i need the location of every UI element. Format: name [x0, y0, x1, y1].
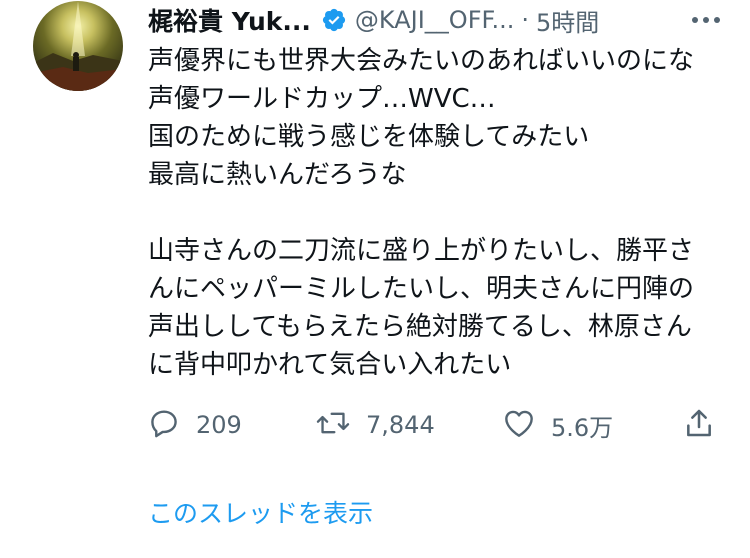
- tweet-line: 声優界にも世界大会みたいのあればいいのにな: [148, 46, 695, 76]
- tweet-line: 山寺さんの二刀流に盛り上がりたいし、勝平さ: [148, 236, 695, 266]
- action-bar: 209 7,844 5.6万: [148, 405, 723, 445]
- share-icon: [684, 407, 714, 443]
- reply-button[interactable]: 209: [148, 405, 242, 445]
- show-thread-link[interactable]: このスレッドを表示: [148, 494, 373, 530]
- verified-badge-icon: [321, 7, 347, 33]
- reply-count: 209: [196, 411, 242, 439]
- tweet-line: 声優ワールドカップ…WVC…: [148, 84, 496, 114]
- tweet-line: 声出ししてもらえたら絶対勝てるし、林原さん: [148, 312, 692, 342]
- timestamp[interactable]: 5時間: [536, 3, 599, 38]
- tweet-line: に背中叩かれて気合い入れたい: [148, 350, 512, 380]
- avatar[interactable]: [33, 1, 123, 91]
- tweet-line: んにペッパーミルしたいし、明夫さんに円陣の: [148, 274, 695, 304]
- tweet-line: [148, 194, 723, 232]
- avatar-image: [33, 1, 123, 91]
- retweet-button[interactable]: 7,844: [316, 405, 435, 445]
- retweet-count: 7,844: [366, 411, 435, 439]
- separator-dot: ·: [521, 6, 529, 34]
- tweet-line: 国のために戦う感じを体験してみたい: [148, 122, 590, 152]
- like-count: 5.6万: [551, 413, 614, 442]
- tweet-header: 梶裕貴 Yuk... @KAJI__OFF... · 5時間: [148, 0, 723, 40]
- tweet-text: 声優界にも世界大会みたいのあればいいのにな 声優ワールドカップ…WVC… 国のた…: [148, 42, 723, 384]
- display-name[interactable]: 梶裕貴 Yuk...: [148, 2, 311, 38]
- retweet-icon: [316, 407, 350, 443]
- share-button[interactable]: [684, 405, 714, 445]
- handle[interactable]: @KAJI__OFF...: [355, 6, 514, 34]
- more-icon[interactable]: [689, 8, 723, 32]
- reply-icon: [148, 407, 180, 443]
- like-button[interactable]: 5.6万: [503, 405, 613, 445]
- like-icon: [503, 408, 535, 442]
- tweet-line: 最高に熱いんだろうな: [148, 160, 407, 190]
